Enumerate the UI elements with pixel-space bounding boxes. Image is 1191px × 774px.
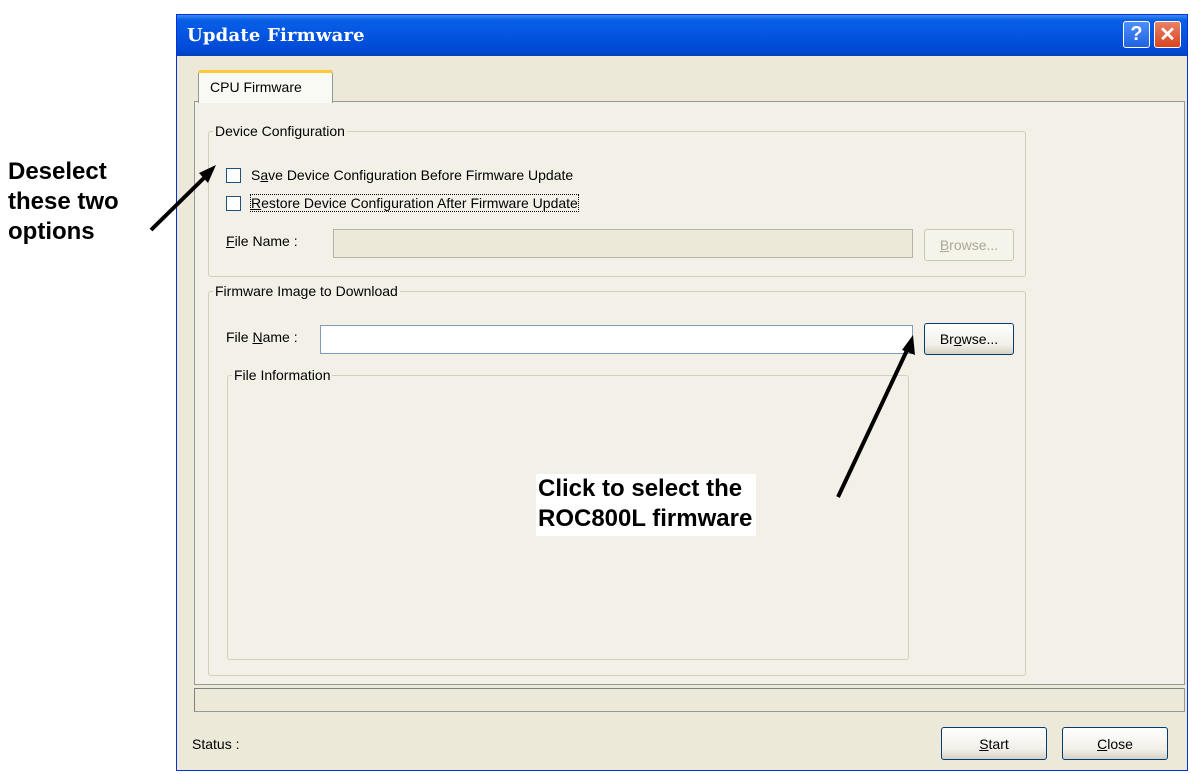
annotation-arrows (149, 165, 915, 498)
arrow-to-browse (836, 345, 911, 498)
tab-cpu-firmware[interactable]: CPU Firmware (198, 70, 333, 103)
arrowhead-right (902, 335, 915, 355)
tab-label: CPU Firmware (210, 79, 302, 95)
arrow-to-checkboxes (149, 173, 209, 232)
